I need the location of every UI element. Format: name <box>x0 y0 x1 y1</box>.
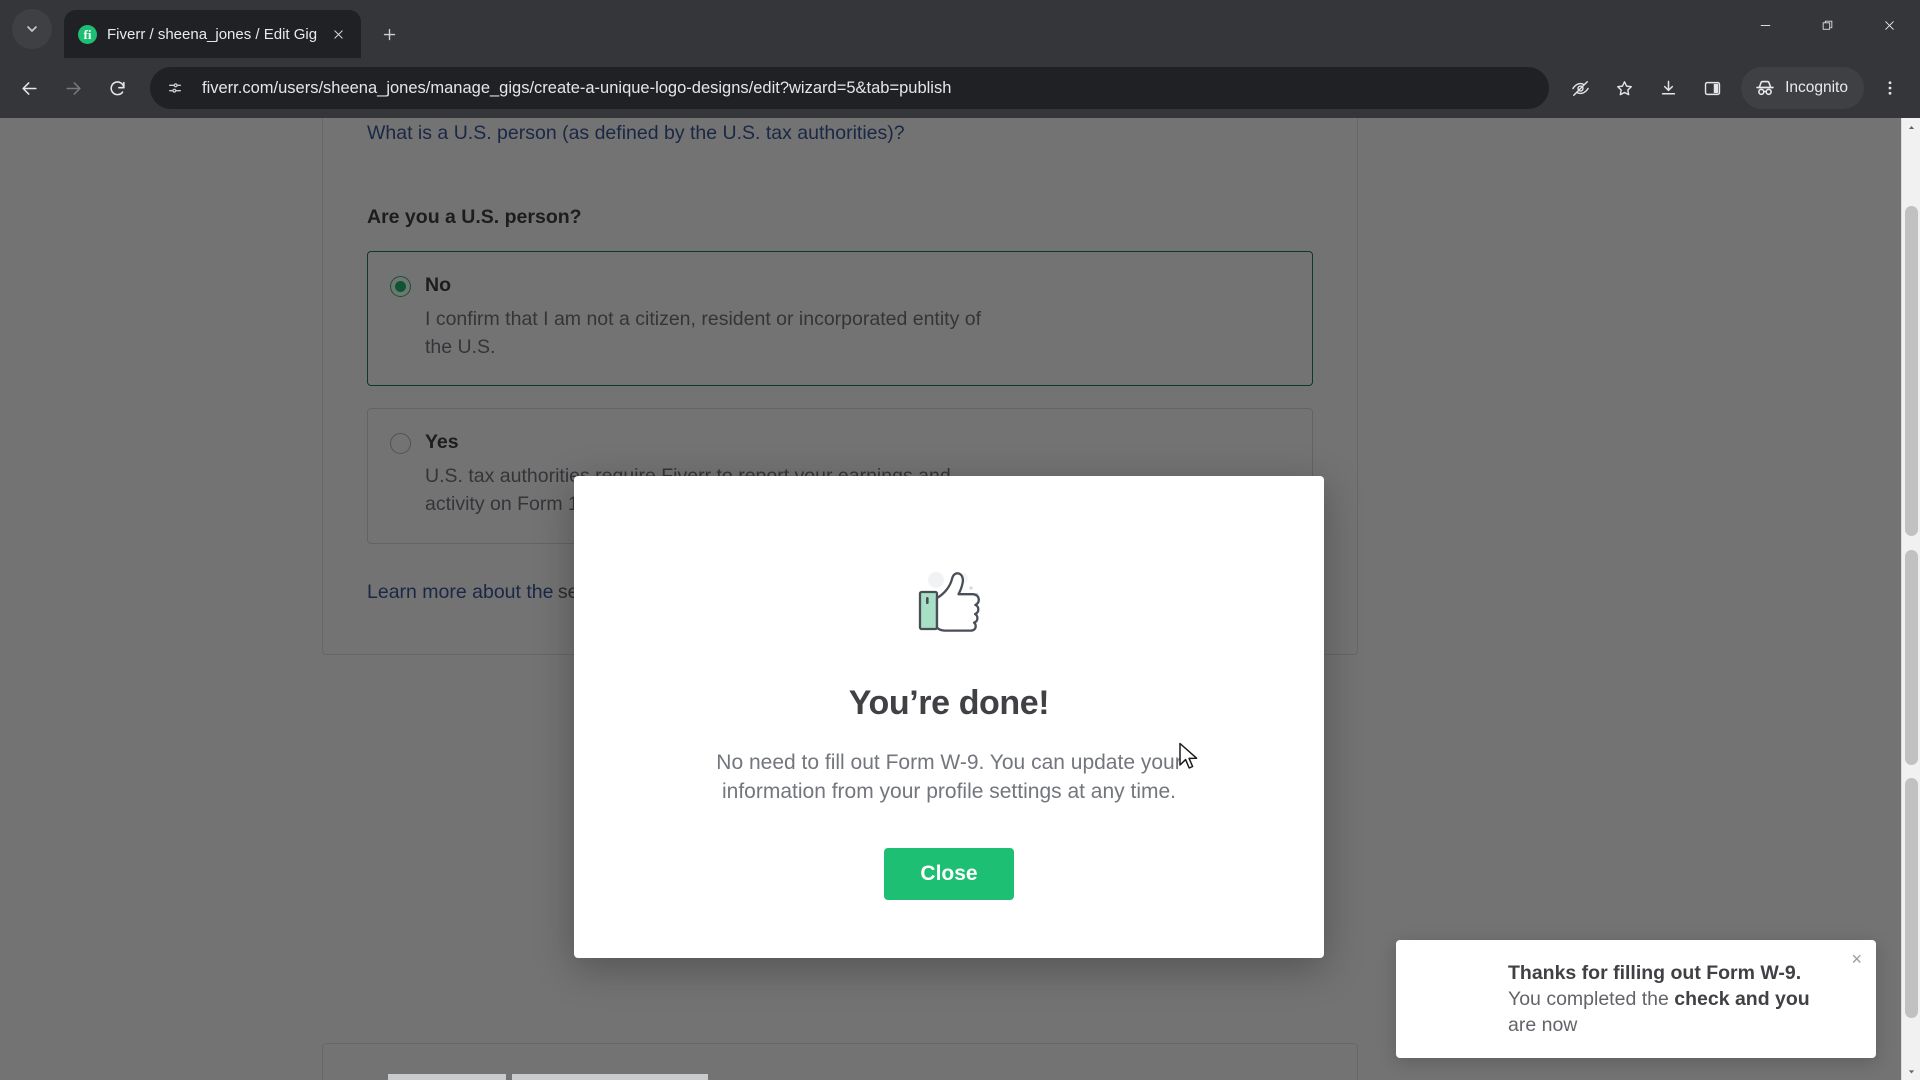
maximize-button[interactable] <box>1796 0 1858 50</box>
scrollbar-thumb-middle[interactable] <box>1905 550 1918 765</box>
restore-icon <box>1822 20 1832 30</box>
download-icon <box>1661 80 1675 94</box>
new-tab-button[interactable] <box>371 16 407 52</box>
page-viewport: To stay compliant with U.S. tax regulati… <box>0 118 1920 1080</box>
chevron-down-icon <box>27 26 37 32</box>
forward-button[interactable] <box>52 67 94 109</box>
page-settings-icon <box>169 83 181 93</box>
bookmark-button[interactable] <box>1603 67 1645 109</box>
scrollbar-thumb-upper[interactable] <box>1905 206 1918 536</box>
star-icon <box>1616 80 1632 95</box>
tab-search-button[interactable] <box>12 9 52 49</box>
window-controls <box>1734 0 1920 50</box>
horizontal-scrollbar[interactable] <box>0 1074 1920 1080</box>
scrollbar-thumb-lower[interactable] <box>1905 778 1918 1018</box>
toast-tail-text: are now <box>1508 1013 1578 1036</box>
hscroll-segment-2[interactable] <box>512 1074 708 1080</box>
address-bar[interactable]: fiverr.com/users/sheena_jones/manage_gig… <box>150 67 1550 109</box>
minimize-button[interactable] <box>1734 0 1796 50</box>
chevron-up-icon <box>1908 125 1915 129</box>
close-icon <box>1884 20 1894 30</box>
url-text[interactable]: fiverr.com/users/sheena_jones/manage_gig… <box>202 79 1535 98</box>
back-button[interactable] <box>8 67 50 109</box>
eye-off-icon <box>1571 80 1589 96</box>
three-dot-menu-icon <box>1888 81 1892 95</box>
toast-bold-2: check and <box>1674 987 1776 1010</box>
side-panel-icon <box>1704 81 1720 95</box>
favicon-letter: fi <box>83 26 92 42</box>
favicon-fiverr: fi <box>78 24 97 44</box>
arrow-left-icon <box>21 81 37 95</box>
done-modal: You’re done! No need to fill out Form W-… <box>574 476 1324 958</box>
hscroll-segment-1[interactable] <box>388 1074 506 1080</box>
scroll-up-button[interactable] <box>1902 118 1920 136</box>
modal-close-button[interactable]: Close <box>884 848 1014 901</box>
tab-close-button[interactable] <box>327 23 349 45</box>
modal-body-text: No need to fill out Form W-9. You can up… <box>716 751 1182 803</box>
site-settings-button[interactable] <box>160 73 190 103</box>
toast-middle-text: You completed the <box>1508 987 1675 1010</box>
tracking-protection-button[interactable] <box>1559 67 1601 109</box>
modal-title: You’re done! <box>848 684 1050 722</box>
reload-button[interactable] <box>96 67 138 109</box>
close-window-button[interactable] <box>1858 0 1920 50</box>
tab-title: Fiverr / sheena_jones / Edit Gig <box>107 25 318 43</box>
minimize-icon <box>1760 24 1770 26</box>
toast-bold-3: you <box>1775 987 1810 1010</box>
toast-notification: × Thanks for filling out Form W-9. You c… <box>1396 939 1876 1058</box>
browser-window: fi Fiverr / sheena_jones / Edit Gig five… <box>0 0 1920 1080</box>
browser-toolbar: fiverr.com/users/sheena_jones/manage_gig… <box>0 58 1920 118</box>
arrow-right-icon <box>65 81 81 95</box>
toast-lead-text: Thanks for filling out Form W-9. <box>1508 961 1802 984</box>
tab-strip: fi Fiverr / sheena_jones / Edit Gig <box>0 0 1920 58</box>
incognito-label: Incognito <box>1785 79 1848 96</box>
toast-close-button[interactable]: × <box>1851 950 1862 968</box>
incognito-indicator[interactable]: Incognito <box>1741 67 1864 109</box>
reload-icon <box>109 80 125 95</box>
thumbs-up-icon <box>907 564 991 640</box>
incognito-icon <box>1756 80 1774 96</box>
vertical-scrollbar[interactable] <box>1901 118 1920 1080</box>
browser-menu-button[interactable] <box>1870 67 1910 109</box>
downloads-button[interactable] <box>1647 67 1689 109</box>
side-panel-button[interactable] <box>1691 67 1733 109</box>
close-icon <box>333 29 343 39</box>
plus-icon <box>383 28 395 40</box>
toolbar-icons: Incognito <box>1559 67 1910 109</box>
browser-tab[interactable]: fi Fiverr / sheena_jones / Edit Gig <box>64 10 362 58</box>
